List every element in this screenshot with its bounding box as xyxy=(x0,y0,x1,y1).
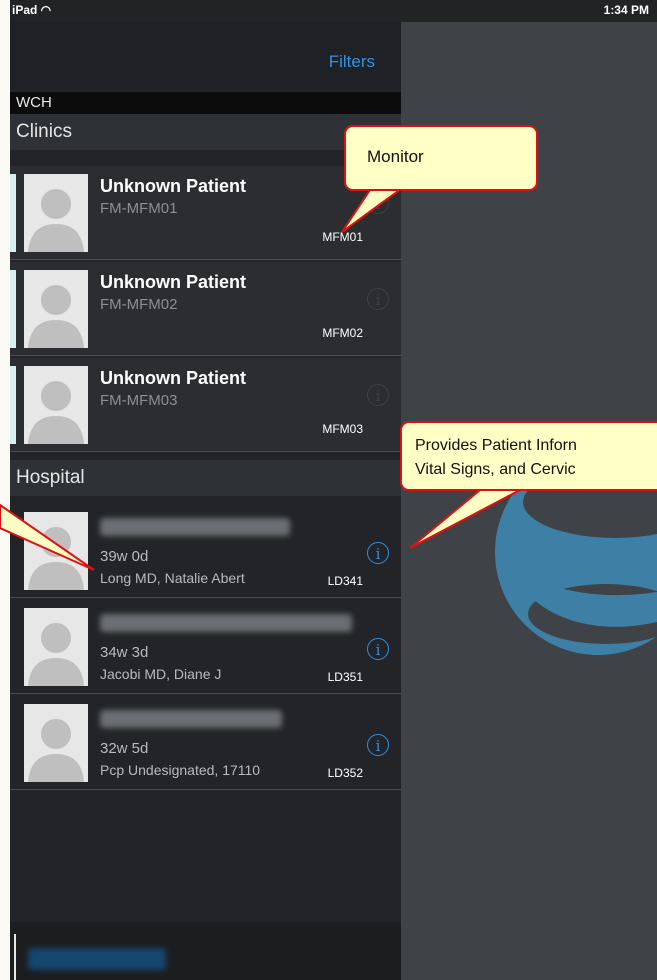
person-silhouette-icon xyxy=(24,512,88,590)
patient-row[interactable]: Unknown Patient FM-MFM01 i MFM01 xyxy=(10,166,401,260)
avatar xyxy=(24,270,88,348)
info-circle-icon[interactable]: i xyxy=(367,638,389,660)
person-silhouette-icon xyxy=(24,366,88,444)
organization-label: WCH xyxy=(16,94,52,111)
avatar xyxy=(24,704,88,782)
redacted-patient-name xyxy=(100,614,352,632)
gestational-age: 39w 0d xyxy=(100,548,149,565)
navigation-bar: Filters xyxy=(10,22,401,90)
person-silhouette-icon xyxy=(24,608,88,686)
left-margin xyxy=(0,0,10,980)
status-bar: iPad ◠ 1:34 PM xyxy=(10,0,657,22)
person-silhouette-icon xyxy=(24,704,88,782)
patient-name: Unknown Patient xyxy=(100,272,247,292)
filters-button[interactable]: Filters xyxy=(329,52,375,72)
info-circle-icon[interactable]: i xyxy=(367,288,389,310)
provider-name: Pcp Undesignated, 17110 xyxy=(100,762,261,778)
bed-code: MFM01 xyxy=(322,230,363,244)
section-header-hospital: Hospital xyxy=(10,460,401,496)
bed-code: MFM03 xyxy=(322,422,363,436)
info-circle-icon[interactable]: i xyxy=(367,192,389,214)
section-header-clinics: Clinics xyxy=(10,114,401,150)
bed-code: LD341 xyxy=(327,574,363,588)
bottom-toolbar xyxy=(10,922,401,980)
redacted-patient-name xyxy=(100,710,282,728)
organization-header: WCH xyxy=(10,92,401,114)
bed-code: MFM02 xyxy=(322,326,363,340)
info-circle-icon[interactable]: i xyxy=(367,384,389,406)
patient-name: Unknown Patient xyxy=(100,176,247,196)
avatar xyxy=(24,174,88,252)
patient-list-panel: Filters WCH Clinics Unknown Patient FM-M… xyxy=(10,22,401,980)
gestational-age: 34w 3d xyxy=(100,644,149,661)
app-logo-icon xyxy=(495,449,657,655)
section-title: Clinics xyxy=(16,121,72,142)
gestational-age: 32w 5d xyxy=(100,740,149,757)
status-time: 1:34 PM xyxy=(603,3,649,17)
patient-subtitle: FM-MFM03 xyxy=(100,392,178,409)
provider-name: Jacobi MD, Diane J xyxy=(100,666,222,682)
info-circle-icon[interactable]: i xyxy=(367,542,389,564)
section-title: Hospital xyxy=(16,467,85,488)
bed-code: LD351 xyxy=(327,670,363,684)
redacted-patient-name xyxy=(100,518,290,536)
bed-code: LD352 xyxy=(327,766,363,780)
callout-text: Monitor xyxy=(367,147,424,166)
redacted-toolbar-label xyxy=(28,948,166,970)
patient-row[interactable]: 32w 5d Pcp Undesignated, 17110 i LD352 xyxy=(10,696,401,790)
provider-name: Long MD, Natalie Abert xyxy=(100,570,245,586)
avatar xyxy=(24,512,88,590)
patient-subtitle: FM-MFM02 xyxy=(100,296,178,313)
patient-row[interactable]: 39w 0d Long MD, Natalie Abert i LD341 xyxy=(10,504,401,598)
patient-row[interactable]: 34w 3d Jacobi MD, Diane J i LD351 xyxy=(10,600,401,694)
patient-subtitle: FM-MFM01 xyxy=(100,200,178,217)
person-silhouette-icon xyxy=(24,270,88,348)
avatar xyxy=(24,366,88,444)
callout-text-line-1: Provides Patient Inforn xyxy=(415,437,577,454)
callout-monitor: Monitor xyxy=(344,125,538,191)
callout-text-line-2: Vital Signs, and Cervic xyxy=(415,461,576,478)
callout-patient-info: Provides Patient Inforn Vital Signs, and… xyxy=(400,421,657,491)
patient-row[interactable]: Unknown Patient FM-MFM02 i MFM02 xyxy=(10,262,401,356)
patient-name: Unknown Patient xyxy=(100,368,247,388)
avatar xyxy=(24,608,88,686)
person-silhouette-icon xyxy=(24,174,88,252)
patient-row[interactable]: Unknown Patient FM-MFM03 i MFM03 xyxy=(10,358,401,452)
carrier-label: iPad ◠ xyxy=(12,3,52,17)
info-circle-icon[interactable]: i xyxy=(367,734,389,756)
